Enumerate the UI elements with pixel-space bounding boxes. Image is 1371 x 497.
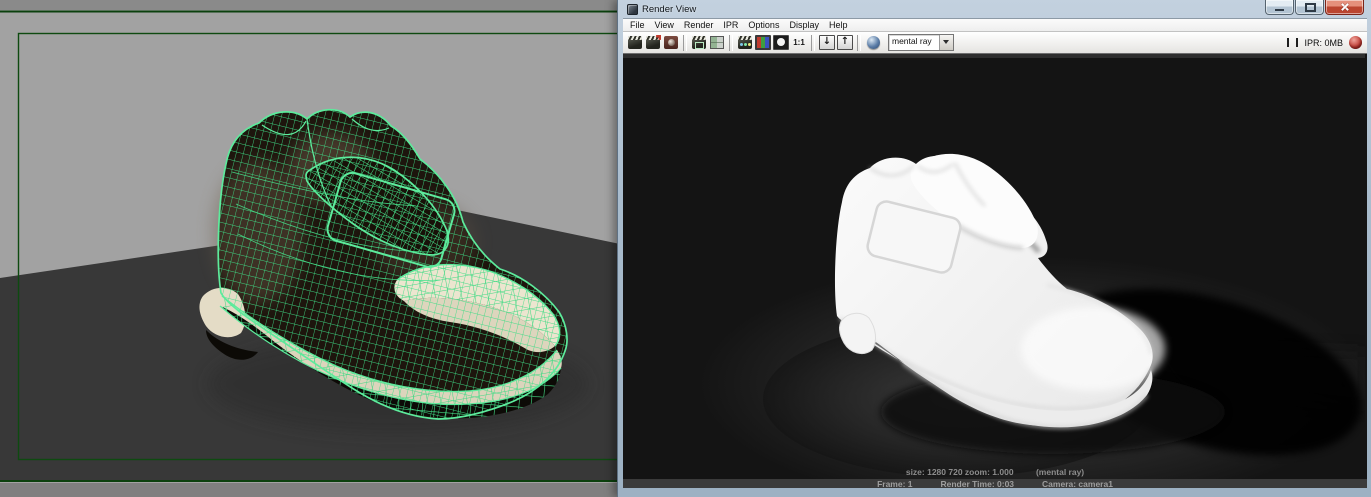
- window-title: Render View: [642, 3, 697, 15]
- menu-display[interactable]: Display: [784, 19, 824, 31]
- gate-mask-top: [0, 0, 620, 10]
- minimize-button[interactable]: [1265, 0, 1294, 15]
- menu-file[interactable]: File: [625, 19, 650, 31]
- close-button[interactable]: [1325, 0, 1364, 15]
- status-bar: Frame: 1 Render Time: 0:03 Camera: camer…: [623, 478, 1367, 489]
- menu-render[interactable]: Render: [679, 19, 719, 31]
- gate-mask-bottom: [0, 483, 620, 497]
- camera-label: Camera: camera1: [1042, 478, 1113, 489]
- rendered-shoe-image: [623, 54, 1365, 479]
- menubar: File View Render IPR Options Display Help: [623, 18, 1367, 32]
- render-info-line: size: 1280 720 zoom: 1.000 (mental ray): [623, 467, 1367, 477]
- maximize-button[interactable]: [1295, 0, 1324, 15]
- render-view-app-icon: [627, 3, 638, 15]
- stop-ipr-button[interactable]: [1349, 36, 1362, 49]
- remove-image-button[interactable]: [836, 34, 854, 52]
- toolbar: 1:1 mental ray IPR: 0MB: [623, 32, 1367, 54]
- menu-help[interactable]: Help: [824, 19, 853, 31]
- toolbar-separator: [683, 34, 687, 51]
- ipr-update-region-button[interactable]: [708, 34, 726, 52]
- render-current-frame-icon: [628, 36, 642, 49]
- frame-label: Frame: 1: [877, 478, 913, 489]
- render-settings-icon: [866, 36, 880, 49]
- size-zoom-label: size: 1280 720 zoom: 1.000: [905, 467, 1014, 477]
- menu-view[interactable]: View: [650, 19, 679, 31]
- real-size-button[interactable]: 1:1: [790, 34, 808, 52]
- redo-previous-render-icon: [646, 36, 660, 49]
- ipr-controls: IPR: 0MB: [1287, 36, 1364, 49]
- display-rgb-icon: [755, 35, 771, 50]
- snapshot-button[interactable]: [662, 34, 680, 52]
- render-current-frame-button[interactable]: [626, 34, 644, 52]
- remove-image-icon: [837, 35, 853, 50]
- menu-ipr[interactable]: IPR: [718, 19, 743, 31]
- pause-ipr-icon[interactable]: [1287, 38, 1299, 47]
- ipr-update-region-icon: [710, 36, 724, 49]
- renderer-dropdown[interactable]: mental ray: [888, 34, 954, 51]
- chevron-down-icon[interactable]: [939, 35, 953, 50]
- display-rgb-button[interactable]: [754, 34, 772, 52]
- ipr-render-icon: [738, 36, 752, 49]
- wireframe-shoe-scene: [0, 0, 620, 497]
- real-size-icon: 1:1: [793, 38, 805, 47]
- ipr-memory-status: IPR: 0MB: [1304, 37, 1343, 48]
- render-time-label: Render Time: 0:03: [940, 478, 1015, 489]
- toolbar-separator: [857, 34, 861, 51]
- toolbar-buttons: 1:1: [626, 34, 882, 52]
- menu-options[interactable]: Options: [743, 19, 784, 31]
- window-controls: [1264, 0, 1364, 15]
- render-canvas[interactable]: size: 1280 720 zoom: 1.000 (mental ray): [623, 54, 1367, 479]
- keep-image-button[interactable]: [818, 34, 836, 52]
- titlebar[interactable]: Render View: [623, 0, 1367, 18]
- maya-perspective-viewport[interactable]: [0, 0, 620, 497]
- toolbar-separator: [729, 34, 733, 51]
- ipr-render-button[interactable]: [736, 34, 754, 52]
- display-alpha-button[interactable]: [772, 34, 790, 52]
- renderer-dropdown-value: mental ray: [892, 36, 932, 46]
- render-region-icon: [692, 36, 706, 49]
- desktop: Render View File View Render IPR Options Disp…: [0, 0, 1371, 497]
- snapshot-icon: [664, 36, 678, 49]
- keep-image-icon: [819, 35, 835, 50]
- render-region-button[interactable]: [690, 34, 708, 52]
- display-alpha-icon: [773, 35, 789, 50]
- redo-previous-render-button[interactable]: [644, 34, 662, 52]
- renderer-note: (mental ray): [1035, 467, 1085, 477]
- render-settings-button[interactable]: [864, 34, 882, 52]
- toolbar-separator: [811, 34, 815, 51]
- render-view-window: Render View File View Render IPR Options Disp…: [617, 0, 1371, 497]
